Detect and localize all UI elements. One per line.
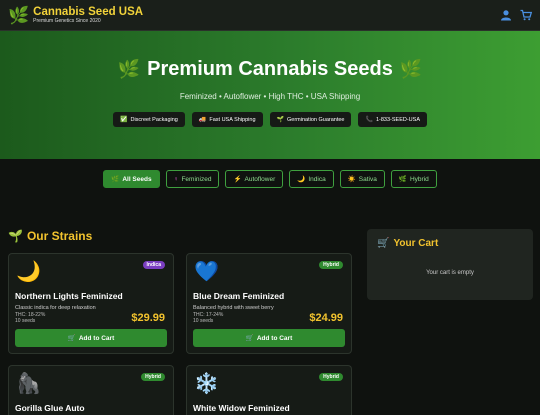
badge-discreet-packaging: ✅ Discreet Packaging [112,112,185,127]
check-icon: ✅ [119,117,128,123]
leaf-icon: 🌿 [398,176,407,183]
strain-type-badge: Hybrid [319,373,343,381]
leaf-icon: 🌿 [8,5,30,25]
strain-type-badge: Indica [142,261,165,269]
site-title: Cannabis Seed USA [33,5,144,18]
cart-icon[interactable] [520,9,532,21]
phone-icon: 📞 [365,117,373,123]
badge-label: Fast USA Shipping [209,116,256,123]
top-navigation-bar: 🌿 Cannabis Seed USA Premium Genetics Sin… [0,0,540,31]
cart-empty-message: Your cart is empty [426,270,474,276]
hero-subtitle: Feminized • Autoflower • High THC • USA … [179,92,361,101]
product-name[interactable]: Blue Dream Feminized [193,291,284,301]
product-card: 🌙 Indica Northern Lights Feminized Class… [8,253,174,354]
badge-label: Discreet Packaging [130,116,178,123]
filter-label: Autoflower [244,175,276,183]
hero-title-text: Premium Cannabis Seeds [147,58,393,80]
filter-bar: 🌿 All Seeds ♀ Feminized ⚡ Autoflower 🌙 I… [0,170,540,188]
brand[interactable]: Cannabis Seed USA Premium Genetics Since… [33,6,143,25]
strains-heading-text: Our Strains [26,229,93,243]
feature-badges: ✅ Discreet Packaging 🚚 Fast USA Shipping… [112,112,427,127]
cart-icon: 🛒 [377,238,390,249]
add-to-cart-button[interactable]: 🛒 Add to Cart [15,329,167,347]
filter-all-seeds[interactable]: 🌿 All Seeds [103,170,160,188]
cart-panel: 🛒 Your Cart Your cart is empty [367,229,533,300]
filter-feminized[interactable]: ♀ Feminized [165,170,220,188]
product-seed-count: 10 seeds [193,318,214,324]
add-to-cart-label: Add to Cart [78,334,115,342]
badge-label: 1-833-SEED-USA [375,116,420,123]
product-card: 💙 Hybrid Blue Dream Feminized Balanced h… [186,253,352,354]
cart-title: 🛒 Your Cart [377,238,438,249]
hero-title: 🌿 Premium Cannabis Seeds 🌿 [118,58,423,81]
strain-type-badge: Hybrid [141,373,165,381]
add-to-cart-button[interactable]: 🛒 Add to Cart [193,329,345,347]
product-price: $29.99 [131,312,165,324]
filter-label: Feminized [181,175,212,183]
gorilla-icon: 🦍 [16,373,41,395]
user-icon[interactable] [500,9,512,21]
product-name[interactable]: Northern Lights Feminized [15,291,123,301]
female-symbol-icon: ♀ [173,175,179,183]
filter-indica[interactable]: 🌙 Indica [289,170,334,188]
lightning-icon: ⚡ [233,176,242,183]
product-card: 🦍 Hybrid Gorilla Glue Auto [8,365,174,415]
seedling-icon: 🌱 [276,117,284,123]
product-seed-count: 10 seeds [15,318,36,324]
blue-heart-icon: 💙 [194,261,219,283]
site-tagline: Premium Genetics Since 2020 [33,17,101,24]
filter-label: Sativa [358,175,377,183]
truck-icon: 🚚 [198,117,207,123]
filter-label: Hybrid [409,175,429,183]
cart-title-text: Your Cart [393,238,439,249]
leaf-icon: 🌿 [117,59,141,79]
product-description: Balanced hybrid with sweet berry [193,305,274,311]
hero-banner: 🌿 Premium Cannabis Seeds 🌿 Feminized • A… [0,31,540,159]
leaf-icon: 🌿 [111,176,120,183]
product-card: ❄️ Hybrid White Widow Feminized [186,365,352,415]
cart-icon: 🛒 [67,335,76,342]
filter-hybrid[interactable]: 🌿 Hybrid [390,170,437,188]
badge-phone[interactable]: 📞 1-833-SEED-USA [358,112,427,127]
seedling-icon: 🌱 [8,229,23,243]
snowflake-icon: ❄️ [194,373,219,395]
moon-icon: 🌙 [16,261,41,283]
filter-autoflower[interactable]: ⚡ Autoflower [225,170,284,188]
badge-label: Germination Guarantee [287,116,345,123]
moon-icon: 🌙 [297,176,306,183]
filter-label: All Seeds [122,175,152,183]
strain-type-badge: Hybrid [319,261,343,269]
product-description: Classic indica for deep relaxation [15,305,96,311]
badge-germination-guarantee: 🌱 Germination Guarantee [269,112,352,127]
add-to-cart-label: Add to Cart [256,334,293,342]
cart-icon: 🛒 [245,335,254,342]
strains-heading: 🌱 Our Strains [8,229,92,243]
product-price: $24.99 [309,312,343,324]
filter-label: Indica [308,175,326,183]
badge-fast-shipping: 🚚 Fast USA Shipping [191,112,263,127]
sun-icon: ☀️ [347,176,356,183]
leaf-icon: 🌿 [399,59,423,79]
filter-sativa[interactable]: ☀️ Sativa [339,170,385,188]
